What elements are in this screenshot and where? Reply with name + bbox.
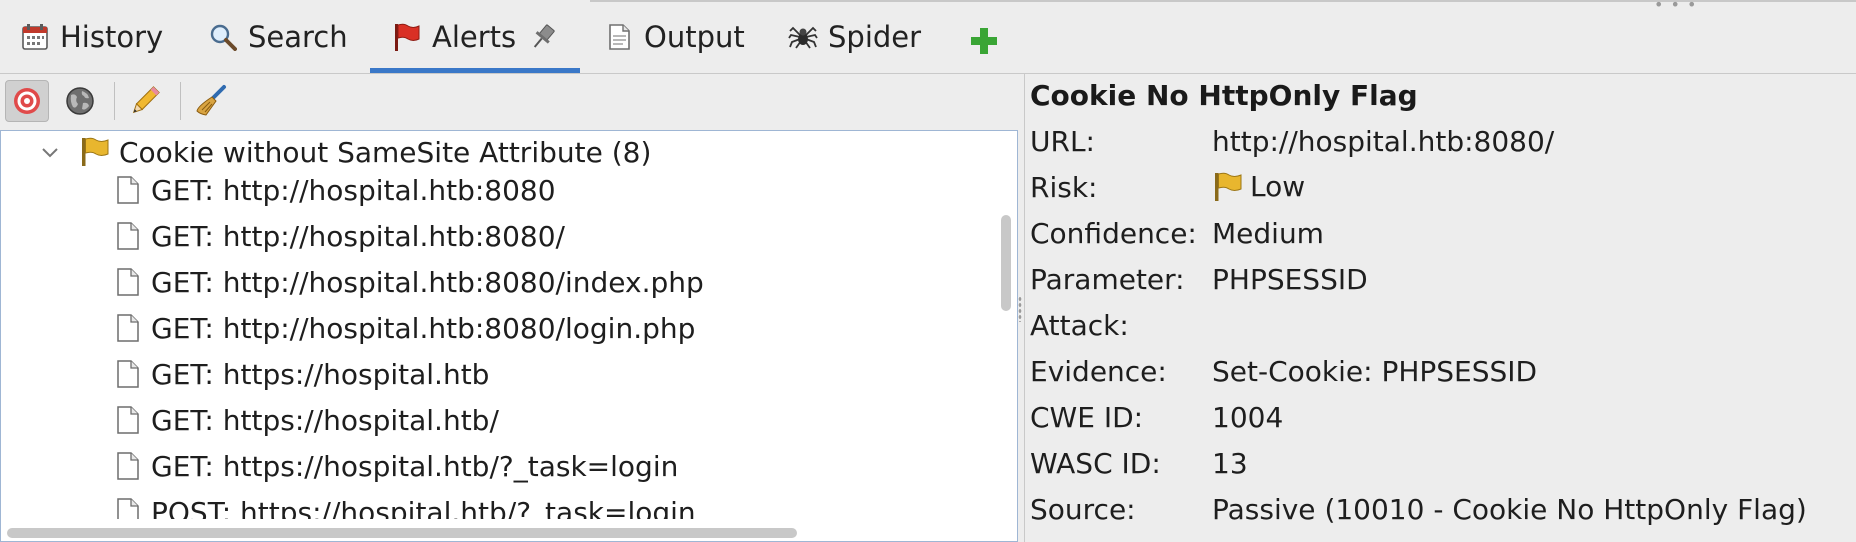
- alert-instance-row[interactable]: POST: https://hospital.htb/?_task=login: [115, 489, 696, 519]
- tab-search-label: Search: [248, 19, 348, 54]
- tab-output-label: Output: [644, 19, 745, 54]
- toolbar-separator: [180, 82, 181, 120]
- document-icon: [115, 451, 141, 481]
- risk-value: Low: [1212, 170, 1305, 203]
- edit-alert-button[interactable]: [123, 80, 167, 122]
- site-filter-button[interactable]: [58, 80, 102, 122]
- alerts-tree-viewport: Cookie without SameSite Attribute (8) GE…: [1, 131, 995, 519]
- url-label: URL:: [1030, 125, 1095, 158]
- cwe-id-value: 1004: [1212, 401, 1284, 434]
- evidence-value: Set-Cookie: PHPSESSID: [1212, 355, 1538, 388]
- risk-value-label: Low: [1250, 170, 1306, 203]
- pin-icon[interactable]: [528, 22, 558, 52]
- document-icon: [115, 359, 141, 389]
- magnifier-icon: [208, 22, 238, 52]
- parameter-value: PHPSESSID: [1212, 263, 1368, 296]
- alert-title: Cookie No HttpOnly Flag: [1030, 79, 1418, 112]
- confidence-value: Medium: [1212, 217, 1324, 250]
- alert-instance-label: GET: http://hospital.htb:8080/index.php: [151, 265, 704, 299]
- tab-history-label: History: [60, 19, 164, 54]
- alert-instance-row[interactable]: GET: https://hospital.htb: [115, 351, 489, 397]
- document-icon: [115, 313, 141, 343]
- alerts-toolbar: [0, 74, 1018, 130]
- flag-icon: [79, 136, 111, 168]
- wasc-id-value: 13: [1212, 447, 1248, 480]
- url-value: http://hospital.htb:8080/: [1212, 125, 1555, 158]
- delete-all-alerts-button[interactable]: [189, 80, 233, 122]
- toolbar-separator: [114, 82, 115, 120]
- alert-instance-row[interactable]: GET: https://hospital.htb/: [115, 397, 499, 443]
- tab-bar: • • • History Search Alerts Output Spide…: [0, 0, 1856, 74]
- chevron-down-icon[interactable]: [39, 141, 67, 163]
- plus-icon: [971, 28, 997, 54]
- evidence-label: Evidence:: [1030, 355, 1167, 388]
- risk-label: Risk:: [1030, 171, 1098, 204]
- document-icon: [115, 175, 141, 205]
- document-icon: [115, 221, 141, 251]
- target-icon: [14, 88, 40, 114]
- flag-icon: [1212, 171, 1244, 203]
- document-icon: [115, 405, 141, 435]
- parameter-label: Parameter:: [1030, 263, 1185, 296]
- broom-icon: [196, 85, 226, 116]
- spider-icon: [788, 22, 818, 52]
- drag-grip-icon[interactable]: • • •: [1654, 0, 1697, 13]
- tab-alerts-label: Alerts: [432, 19, 517, 54]
- alert-instance-label: GET: https://hospital.htb/: [151, 403, 499, 437]
- flag-icon: [392, 22, 422, 52]
- wasc-id-label: WASC ID:: [1030, 447, 1161, 480]
- alert-group-label: Cookie without SameSite Attribute (8): [119, 135, 652, 169]
- vertical-scrollbar-thumb[interactable]: [1001, 215, 1011, 311]
- tab-spider-label: Spider: [828, 19, 922, 54]
- horizontal-scrollbar-thumb[interactable]: [7, 528, 797, 538]
- alert-instance-label: POST: https://hospital.htb/?_task=login: [151, 495, 696, 520]
- cwe-id-label: CWE ID:: [1030, 401, 1144, 434]
- alert-instance-label: GET: https://hospital.htb/?_task=login: [151, 449, 679, 483]
- alert-instance-row[interactable]: GET: http://hospital.htb:8080/login.php: [115, 305, 695, 351]
- globe-icon: [66, 87, 94, 115]
- alert-instance-row[interactable]: GET: http://hospital.htb:8080: [115, 167, 556, 213]
- tab-spider[interactable]: Spider: [788, 0, 921, 73]
- alert-instance-row[interactable]: GET: http://hospital.htb:8080/index.php: [115, 259, 704, 305]
- calendar-icon: [20, 22, 50, 52]
- scope-filter-button[interactable]: [5, 80, 49, 122]
- splitter-grip-icon[interactable]: [1018, 296, 1022, 322]
- document-icon: [115, 267, 141, 297]
- document-icon: [115, 497, 141, 519]
- alert-instance-row[interactable]: GET: https://hospital.htb/?_task=login: [115, 443, 678, 489]
- tab-alerts[interactable]: Alerts: [369, 0, 581, 73]
- tab-search[interactable]: Search: [208, 0, 348, 73]
- alert-instance-label: GET: http://hospital.htb:8080: [151, 173, 556, 207]
- tree-horizontal-scrollbar[interactable]: [1, 521, 995, 541]
- document-icon: [604, 22, 634, 52]
- add-tab-button[interactable]: [968, 25, 1000, 57]
- pencil-icon: [132, 86, 160, 114]
- alert-instance-row[interactable]: GET: http://hospital.htb:8080/: [115, 213, 565, 259]
- zap-alerts-window: • • • History Search Alerts Output Spide…: [0, 0, 1856, 542]
- alert-details-pane: Cookie No HttpOnly Flag URL: http://hosp…: [1024, 74, 1856, 542]
- source-label: Source:: [1030, 493, 1136, 526]
- alert-instance-label: GET: http://hospital.htb:8080/: [151, 219, 565, 253]
- attack-label: Attack:: [1030, 309, 1129, 342]
- alert-instance-label: GET: https://hospital.htb: [151, 357, 490, 391]
- alerts-tree-pane: Cookie without SameSite Attribute (8) GE…: [0, 74, 1018, 542]
- tree-vertical-scrollbar[interactable]: [997, 131, 1017, 519]
- source-value: Passive (10010 - Cookie No HttpOnly Flag…: [1212, 493, 1807, 526]
- tab-history[interactable]: History: [20, 0, 163, 73]
- tab-output[interactable]: Output: [604, 0, 745, 73]
- confidence-label: Confidence:: [1030, 217, 1197, 250]
- alerts-tree[interactable]: Cookie without SameSite Attribute (8) GE…: [0, 130, 1018, 542]
- alert-instance-label: GET: http://hospital.htb:8080/login.php: [151, 311, 696, 345]
